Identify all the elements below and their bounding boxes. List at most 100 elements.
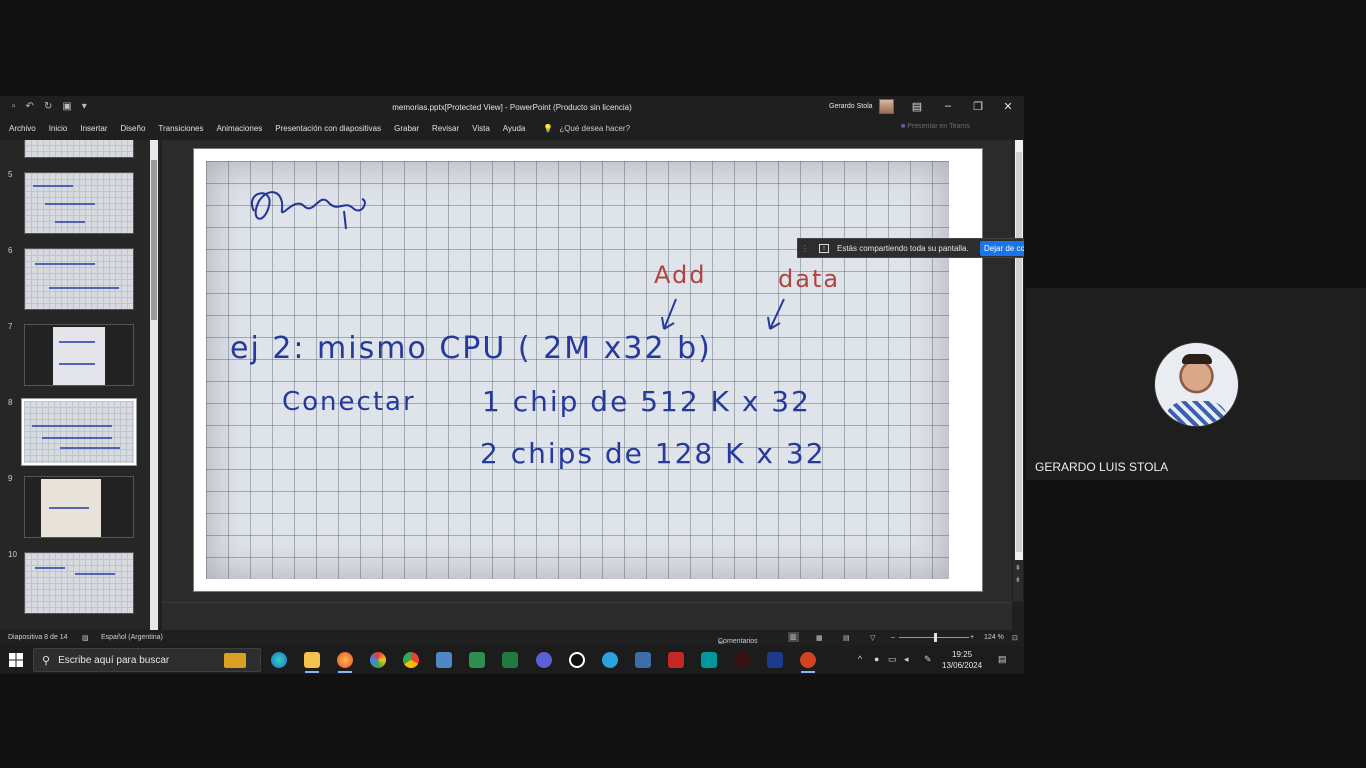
- powerpoint-icon[interactable]: [800, 652, 816, 673]
- show-hidden-icons-icon[interactable]: ^: [858, 654, 862, 664]
- share-banner-text: Estás compartiendo toda su pantalla.: [837, 243, 969, 253]
- scrollbar-thumb[interactable]: [151, 160, 157, 320]
- app-green-icon[interactable]: [469, 652, 485, 668]
- slide-line-3: 2 chips de 128 K x 32: [480, 437, 826, 470]
- clock-time: 19:25: [952, 650, 973, 659]
- stop-sharing-button[interactable]: Dejar de compartir: [980, 241, 1024, 256]
- ribbon-display-icon[interactable]: ▤: [907, 100, 927, 113]
- user-avatar[interactable]: [879, 99, 894, 114]
- app-icon[interactable]: [370, 652, 386, 668]
- prev-slide-icon[interactable]: ⇞: [1015, 564, 1021, 572]
- chrome-icon[interactable]: [403, 652, 419, 668]
- slide-number: 5: [8, 170, 13, 179]
- tab-archivo[interactable]: Archivo: [9, 124, 36, 133]
- zoom-slider-thumb[interactable]: [934, 633, 937, 642]
- slide-number: 10: [8, 550, 17, 559]
- microphone-icon[interactable]: ●: [874, 654, 879, 664]
- label-data: data: [778, 265, 841, 293]
- windows-taskbar: ⚲ Escribe aquí para buscar ^ ● ▭ ◂ ✎ 19:…: [0, 646, 1024, 674]
- filezilla-icon[interactable]: [668, 652, 684, 668]
- slide-line-2-label: Conectar: [282, 387, 416, 417]
- tab-presentacion[interactable]: Presentación con diapositivas: [275, 124, 381, 133]
- tab-ayuda[interactable]: Ayuda: [503, 124, 526, 133]
- close-button[interactable]: ✕: [998, 100, 1018, 113]
- tell-me-box[interactable]: 💡 ¿Qué desea hacer?: [543, 124, 630, 133]
- slide-thumbnail-8-selected[interactable]: [21, 398, 137, 466]
- taskbar-search-box[interactable]: ⚲ Escribe aquí para buscar: [33, 648, 261, 672]
- label-add: Add: [654, 261, 707, 289]
- slideshow-icon[interactable]: ▽: [870, 634, 875, 642]
- tell-me-text: ¿Qué desea hacer?: [559, 123, 631, 133]
- network-app-icon[interactable]: [635, 652, 651, 668]
- search-placeholder: Escribe aquí para buscar: [58, 654, 170, 666]
- tab-insertar[interactable]: Insertar: [80, 124, 107, 133]
- minimize-button[interactable]: –: [938, 100, 958, 112]
- slide-vertical-scrollbar[interactable]: ⇞ ⇟: [1013, 140, 1023, 602]
- tab-animaciones[interactable]: Animaciones: [216, 124, 262, 133]
- participant-tile[interactable]: GERARDO LUIS STOLA: [1026, 288, 1366, 480]
- status-bar: Diapositiva 8 de 14 ▨ Español (Argentina…: [0, 630, 1024, 646]
- present-in-teams-label: Presentar en Teams: [907, 123, 970, 130]
- powershell-icon[interactable]: [767, 652, 783, 668]
- firefox-icon[interactable]: [337, 652, 353, 673]
- slide-thumbnail-9[interactable]: [24, 476, 134, 538]
- slide-thumbnail-4[interactable]: [24, 140, 134, 158]
- windows-start-icon[interactable]: [8, 652, 24, 668]
- screen-share-banner: ⋮ ↑ Estás compartiendo toda su pantalla.…: [797, 238, 1024, 258]
- notifications-icon[interactable]: ▤: [998, 654, 1007, 665]
- app-red-icon[interactable]: [734, 652, 750, 668]
- scrollbar-thumb[interactable]: [1016, 152, 1022, 552]
- slide-editing-area: Add data ej 2: mismo CPU ( 2M x32 b) Con…: [162, 140, 1012, 602]
- slide-thumbnails-pane: 5 6 7 8 9 10: [0, 140, 160, 630]
- present-in-teams-button[interactable]: ■ Presentar en Teams: [901, 123, 970, 130]
- arduino-icon[interactable]: [701, 652, 717, 668]
- restore-button[interactable]: ❐: [968, 100, 988, 113]
- tab-diseno[interactable]: Diseño: [121, 124, 146, 133]
- tab-vista[interactable]: Vista: [472, 124, 490, 133]
- zoom-in-icon[interactable]: +: [970, 634, 974, 641]
- language-indicator[interactable]: Español (Argentina): [101, 634, 163, 641]
- tab-revisar[interactable]: Revisar: [432, 124, 459, 133]
- file-explorer-icon[interactable]: [304, 652, 320, 673]
- normal-view-icon[interactable]: ▥: [788, 632, 799, 642]
- thumbnails-scrollbar[interactable]: [150, 140, 158, 630]
- zoom-out-icon[interactable]: –: [891, 634, 895, 641]
- slide-number: 7: [8, 322, 13, 331]
- reading-view-icon[interactable]: ▤: [843, 634, 850, 642]
- edge-icon[interactable]: [271, 652, 287, 668]
- slide-thumbnail-10[interactable]: [24, 552, 134, 614]
- fit-slide-icon[interactable]: ⊡: [1012, 634, 1018, 642]
- telegram-icon[interactable]: [602, 652, 618, 668]
- slide-thumbnail-5[interactable]: [24, 172, 134, 234]
- slide-indicator: Diapositiva 8 de 14: [8, 634, 68, 641]
- drag-handle-icon[interactable]: ⋮: [801, 244, 809, 253]
- tab-inicio[interactable]: Inicio: [49, 124, 68, 133]
- zoom-level[interactable]: 124 %: [984, 634, 1004, 641]
- app-dark-green-icon[interactable]: [502, 652, 518, 668]
- screen: ▫ ↶ ↻ ▣ ▾ memorias.pptx[Protected View] …: [0, 0, 1366, 768]
- tab-grabar[interactable]: Grabar: [394, 124, 419, 133]
- virtualbox-icon[interactable]: [436, 652, 452, 668]
- volume-icon[interactable]: ◂: [904, 654, 909, 665]
- spelling-icon[interactable]: ▨: [82, 634, 89, 642]
- handwritten-grid-paper-image: Add data ej 2: mismo CPU ( 2M x32 b) Con…: [206, 161, 949, 579]
- app-violet-icon[interactable]: [536, 652, 552, 668]
- search-highlight-icon: [224, 653, 246, 668]
- next-slide-icon[interactable]: ⇟: [1015, 576, 1021, 584]
- slide-number: 6: [8, 246, 13, 255]
- slide-sorter-icon[interactable]: ▦: [816, 634, 823, 642]
- participant-name: GERARDO LUIS STOLA: [1035, 460, 1169, 474]
- participant-avatar: [1154, 342, 1239, 427]
- user-name[interactable]: Gerardo Stola: [829, 103, 873, 110]
- arrow-data: [767, 298, 785, 330]
- pen-icon[interactable]: ✎: [924, 654, 932, 665]
- taskbar-clock[interactable]: 19:25 13/06/2024: [942, 649, 982, 671]
- tab-transiciones[interactable]: Transiciones: [158, 124, 203, 133]
- slide-thumbnail-6[interactable]: [24, 248, 134, 310]
- slide-horizontal-scroll-area: [162, 602, 1012, 630]
- slide-thumbnail-7[interactable]: [24, 324, 134, 386]
- current-slide[interactable]: Add data ej 2: mismo CPU ( 2M x32 b) Con…: [193, 148, 983, 592]
- share-upload-icon: ↑: [819, 243, 829, 253]
- app-circle-icon[interactable]: [569, 652, 585, 668]
- network-icon[interactable]: ▭: [888, 654, 897, 665]
